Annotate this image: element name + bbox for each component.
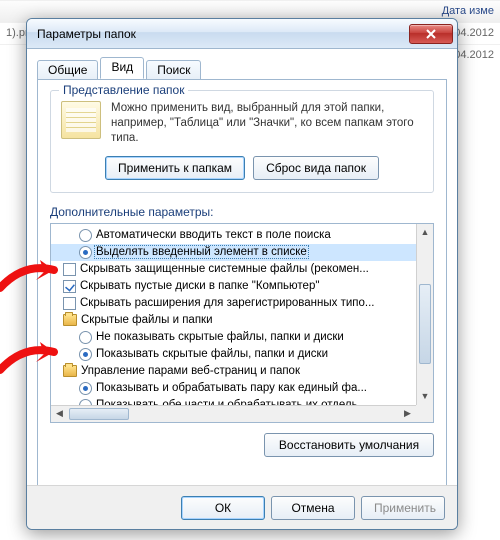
tree-item[interactable]: Автоматически вводить текст в поле поиск… xyxy=(51,227,416,244)
ok-button[interactable]: ОК xyxy=(181,496,265,520)
tab-view[interactable]: Вид xyxy=(100,57,144,79)
vertical-scrollbar[interactable]: ▲ ▼ xyxy=(416,224,433,405)
tree-item[interactable]: Выделять введенный элемент в списке xyxy=(51,244,416,261)
advanced-settings-label: Дополнительные параметры: xyxy=(50,205,434,219)
reset-folders-button[interactable]: Сброс вида папок xyxy=(253,156,379,180)
horizontal-scrollbar[interactable]: ◀ ▶ xyxy=(51,405,416,422)
radio-icon[interactable] xyxy=(79,246,92,259)
group-title: Представление папок xyxy=(59,83,188,97)
tree-item[interactable]: Показывать скрытые файлы, папки и диски xyxy=(51,346,416,363)
radio-icon[interactable] xyxy=(79,382,92,395)
dialog-footer: ОК Отмена Применить xyxy=(27,485,457,529)
tree-item-label: Автоматически вводить текст в поле поиск… xyxy=(96,229,331,241)
checkbox-icon[interactable] xyxy=(63,263,76,276)
apply-to-folders-button[interactable]: Применить к папкам xyxy=(105,156,245,180)
scroll-right-icon[interactable]: ▶ xyxy=(399,406,416,422)
folder-options-dialog: Параметры папок Общие Вид Поиск Представ… xyxy=(26,18,458,530)
tree-item-label: Управление парами веб-страниц и папок xyxy=(81,365,300,377)
tree-item[interactable]: Скрывать пустые диски в папке "Компьютер… xyxy=(51,278,416,295)
scroll-down-icon[interactable]: ▼ xyxy=(417,388,433,405)
checkbox-icon[interactable] xyxy=(63,297,76,310)
scroll-left-icon[interactable]: ◀ xyxy=(51,406,68,422)
tree-item[interactable]: Не показывать скрытые файлы, папки и дис… xyxy=(51,329,416,346)
tree-item-label: Выделять введенный элемент в списке xyxy=(94,245,309,259)
apply-button[interactable]: Применить xyxy=(361,496,445,520)
tree-item[interactable]: Управление парами веб-страниц и папок xyxy=(51,363,416,380)
tree-item-label: Скрытые файлы и папки xyxy=(81,314,213,326)
radio-icon[interactable] xyxy=(79,331,92,344)
tree-item[interactable]: Скрытые файлы и папки xyxy=(51,312,416,329)
tab-strip: Общие Вид Поиск xyxy=(37,55,447,79)
close-button[interactable] xyxy=(409,24,453,44)
tree-item-label: Скрывать расширения для зарегистрированн… xyxy=(80,297,375,309)
advanced-settings-tree[interactable]: Автоматически вводить текст в поле поиск… xyxy=(50,223,434,423)
tree-item-label: Скрывать защищенные системные файлы (рек… xyxy=(80,263,369,275)
close-icon xyxy=(426,29,436,39)
radio-icon[interactable] xyxy=(79,348,92,361)
scroll-up-icon[interactable]: ▲ xyxy=(417,224,433,241)
tree-item-label: Показывать и обрабатывать пару как едины… xyxy=(96,382,367,394)
window-title: Параметры папок xyxy=(37,27,409,41)
scroll-corner xyxy=(416,405,433,422)
tree-item[interactable]: Показывать и обрабатывать пару как едины… xyxy=(51,380,416,397)
tree-item-label: Скрывать пустые диски в папке "Компьютер… xyxy=(80,280,319,292)
folder-view-icon xyxy=(61,101,101,139)
tree-item[interactable]: Скрывать защищенные системные файлы (рек… xyxy=(51,261,416,278)
tree-item-label: Показывать скрытые файлы, папки и диски xyxy=(96,348,328,360)
folder-view-text: Можно применить вид, выбранный для этой … xyxy=(111,101,423,146)
folder-views-group: Представление папок Можно применить вид,… xyxy=(50,90,434,193)
tree-item[interactable]: Показывать обе части и обрабатывать их о… xyxy=(51,397,416,405)
tab-search[interactable]: Поиск xyxy=(146,60,201,80)
tree-item-label: Не показывать скрытые файлы, папки и дис… xyxy=(96,331,344,343)
tab-page-view: Представление папок Можно применить вид,… xyxy=(37,79,447,509)
bg-date-col-label: Дата изме xyxy=(442,5,494,17)
tree-item[interactable]: Скрывать расширения для зарегистрированн… xyxy=(51,295,416,312)
scroll-thumb[interactable] xyxy=(419,284,431,364)
tab-general[interactable]: Общие xyxy=(37,60,98,80)
checkbox-icon[interactable] xyxy=(63,280,76,293)
restore-defaults-button[interactable]: Восстановить умолчания xyxy=(264,433,434,457)
titlebar[interactable]: Параметры папок xyxy=(27,19,457,49)
folder-icon xyxy=(63,314,77,326)
scroll-thumb[interactable] xyxy=(69,408,129,420)
cancel-button[interactable]: Отмена xyxy=(271,496,355,520)
folder-icon xyxy=(63,365,77,377)
radio-icon[interactable] xyxy=(79,229,92,242)
